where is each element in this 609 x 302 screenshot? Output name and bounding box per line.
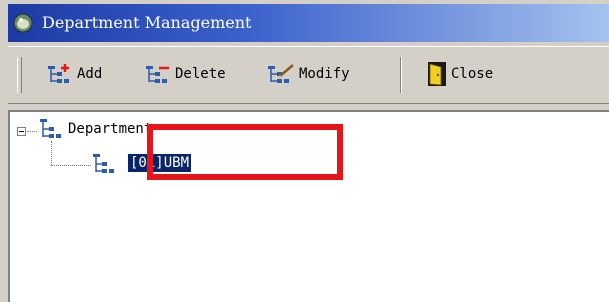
- delete-button[interactable]: Delete: [144, 59, 226, 89]
- add-label: Add: [77, 66, 103, 82]
- delete-icon: [146, 66, 169, 83]
- tree-connector: [51, 141, 52, 165]
- collapse-toggle[interactable]: [17, 127, 26, 136]
- door-exit-icon: [428, 62, 446, 86]
- department-management-window: Department Management Add Delete Modify …: [0, 0, 609, 302]
- close-label: Close: [451, 66, 494, 82]
- toolbar-separator: [400, 57, 402, 93]
- close-button[interactable]: Close: [426, 59, 493, 89]
- tree-node-department[interactable]: Department: [68, 120, 152, 138]
- highlight-annotation: [147, 124, 343, 180]
- toolbar-grip[interactable]: [17, 57, 22, 93]
- add-icon: [48, 64, 69, 83]
- department-tree-icon: [40, 119, 61, 138]
- modify-label: Modify: [299, 66, 350, 82]
- tree-connector: [51, 165, 91, 166]
- toolbar: Add Delete Modify Close: [8, 46, 609, 104]
- add-button[interactable]: Add: [46, 59, 102, 89]
- modify-icon: [268, 64, 294, 83]
- delete-label: Delete: [175, 66, 226, 82]
- window-title: Department Management: [42, 13, 252, 32]
- modify-button[interactable]: Modify: [266, 59, 350, 89]
- title-bar[interactable]: Department Management: [8, 4, 609, 42]
- app-icon: [13, 13, 33, 33]
- department-tree-icon: [93, 154, 114, 173]
- tree-connector: [27, 131, 37, 132]
